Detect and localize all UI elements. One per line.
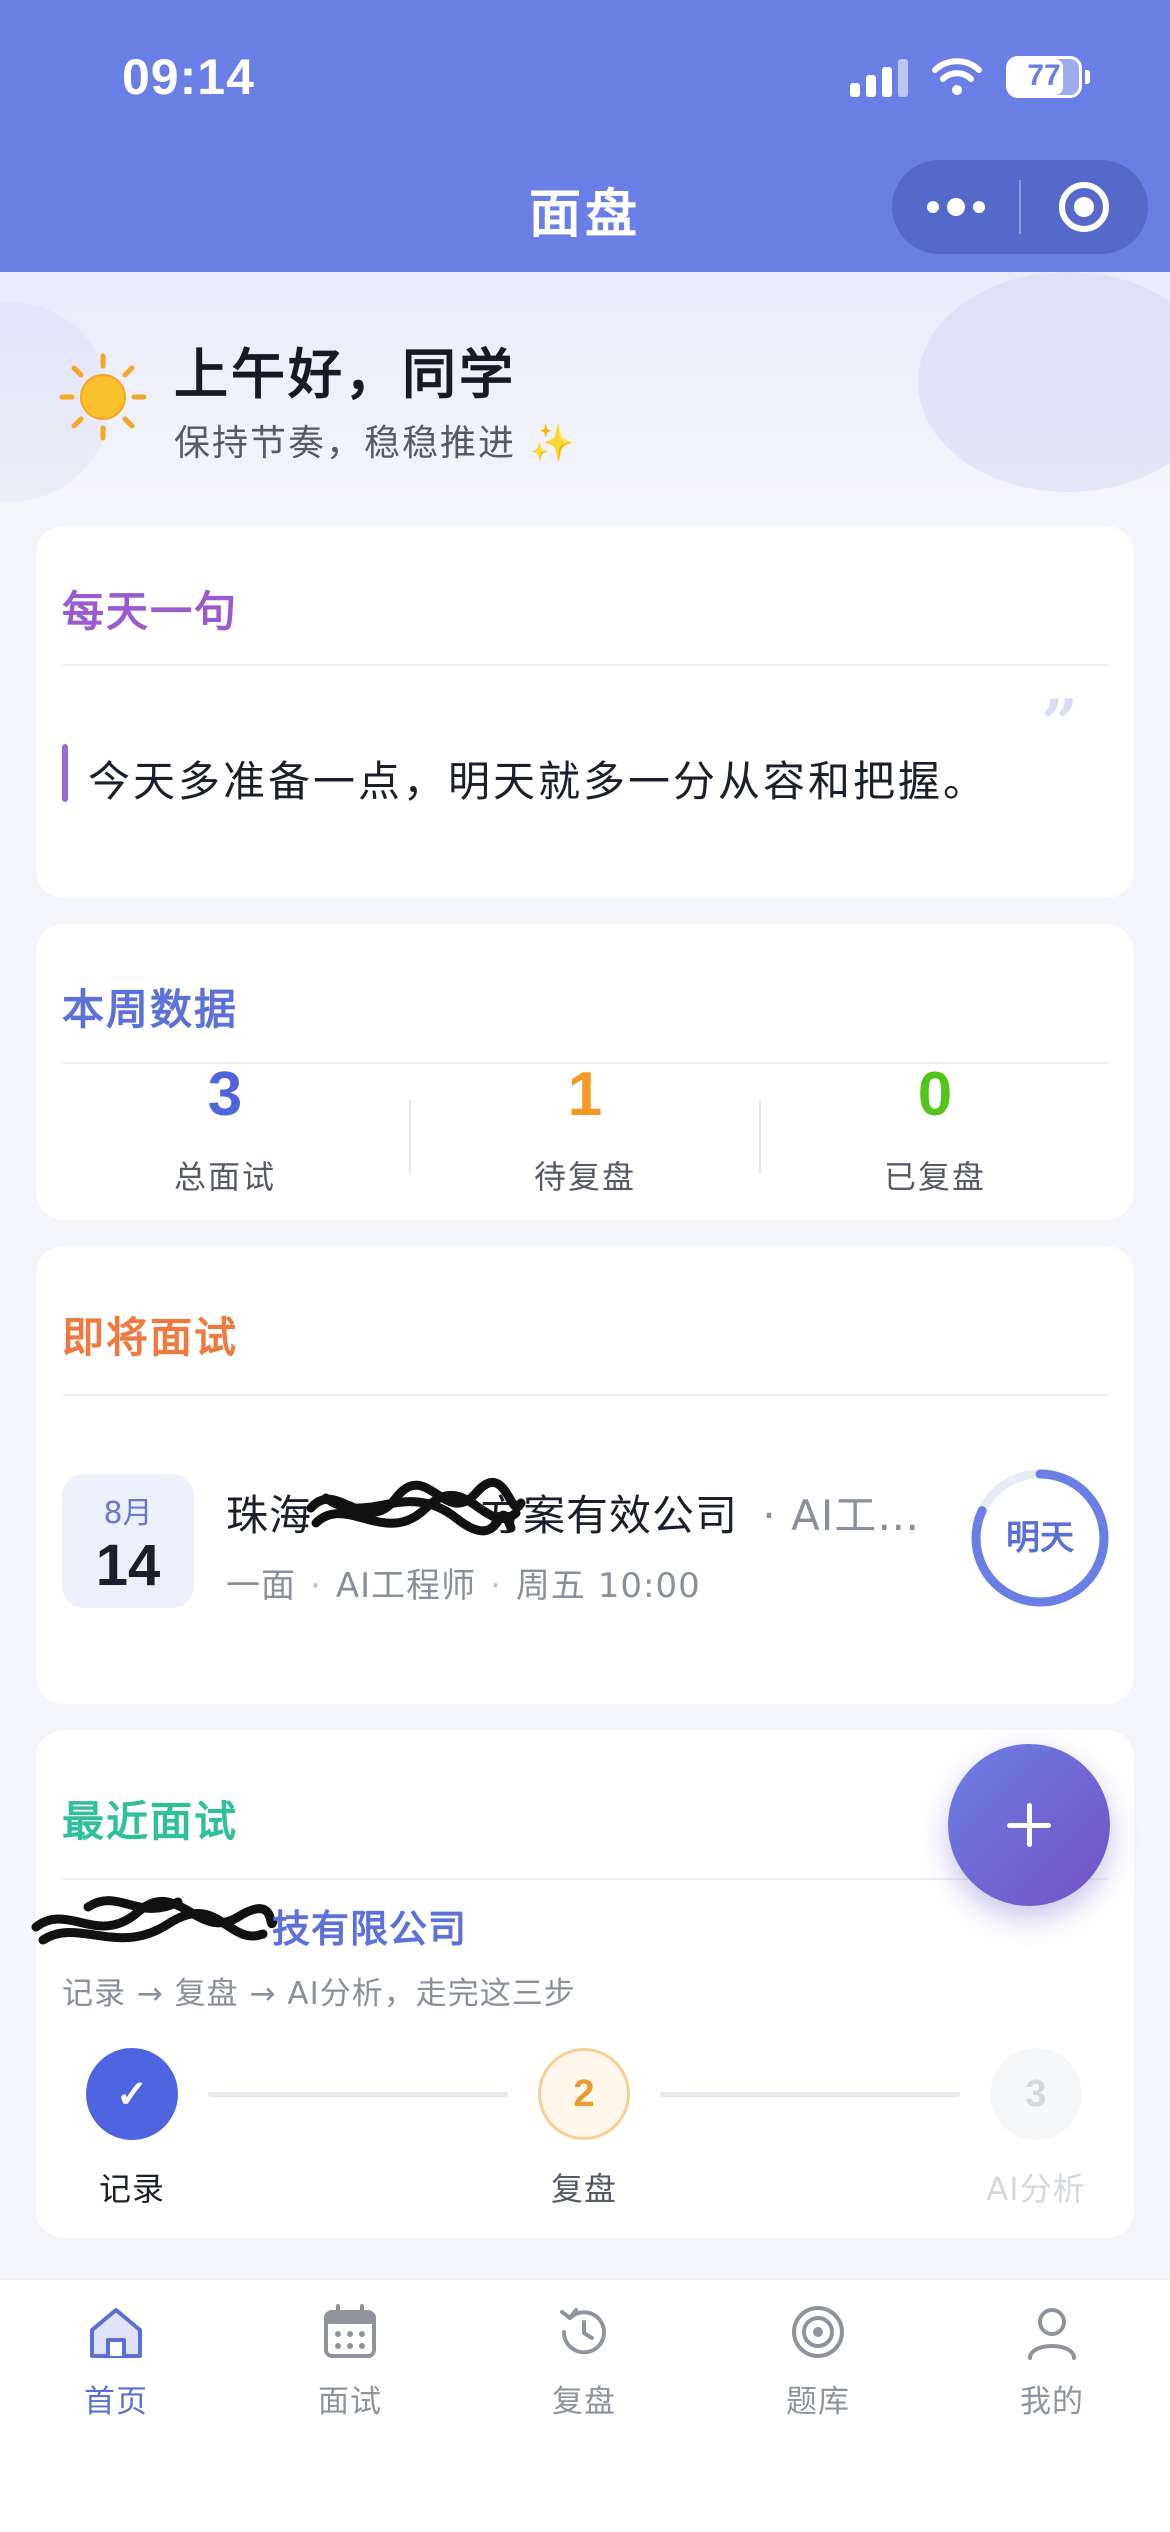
recent-card-title: 最近面试	[62, 1797, 239, 1846]
date-day: 14	[95, 1533, 161, 1598]
quote-text: 今天多准备一点，明天就多一分从容和把握。	[88, 757, 989, 806]
more-menu-button[interactable]	[892, 160, 1019, 254]
home-icon	[90, 2308, 142, 2358]
stat-label: 已复盘	[883, 1158, 986, 1196]
target-close-icon	[1059, 182, 1110, 232]
tab-label: 题库	[786, 2384, 850, 2420]
stats-card-title: 本周数据	[62, 985, 239, 1034]
redaction-scribble	[306, 1478, 526, 1536]
interview-round: 一面	[226, 1566, 296, 1606]
status-icons: 77	[850, 56, 1090, 98]
step-review[interactable]: 2 复盘	[514, 2048, 654, 2210]
interview-role: AI工程师	[335, 1566, 477, 1606]
upcoming-interview-meta: 一面 · AI工程师 · 周五 10:00	[226, 1566, 701, 1606]
add-interview-button[interactable]	[948, 1744, 1110, 1906]
daily-quote-card: 每天一句 ” 今天多准备一点，明天就多一分从容和把握。	[36, 526, 1134, 898]
greeting-title: 上午好，同学	[174, 343, 516, 406]
interview-time: 周五 10:00	[515, 1566, 701, 1606]
tab-profile[interactable]: 我的	[952, 2300, 1152, 2421]
tab-label: 首页	[84, 2384, 148, 2420]
upcoming-card-title: 即将面试	[62, 1313, 239, 1362]
step-label: AI分析	[986, 2170, 1086, 2208]
sun-icon	[59, 353, 147, 441]
status-time: 09:14	[122, 49, 255, 105]
calendar-icon	[324, 2304, 376, 2358]
countdown-label: 明天	[1006, 1518, 1074, 1558]
plus-icon	[1007, 1803, 1051, 1847]
quote-accent-bar	[62, 744, 68, 802]
redaction-scribble	[31, 1896, 278, 1945]
top-header: 09:14 77 面盘	[0, 0, 1170, 272]
battery-icon: 77	[1006, 56, 1090, 98]
stat-total-interviews[interactable]: 3 总面试	[55, 1064, 395, 1198]
interview-date-badge: 8月 14	[62, 1474, 194, 1608]
stat-label: 总面试	[173, 1158, 276, 1196]
weekly-stats-card: 本周数据 3 总面试 1 待复盘 0 已复盘	[36, 924, 1134, 1220]
stat-value: 0	[917, 1060, 953, 1129]
tab-label: 复盘	[552, 2384, 616, 2420]
history-icon	[560, 2308, 606, 2355]
tab-interviews[interactable]: 面试	[250, 2300, 450, 2421]
company-name-start: 珠海	[226, 1491, 313, 1540]
close-mini-program-button[interactable]	[1021, 160, 1148, 254]
step-number: 2	[538, 2048, 630, 2140]
stat-value: 1	[567, 1060, 603, 1129]
wifi-icon	[932, 58, 982, 96]
more-dots-icon	[926, 198, 985, 216]
step-ai-analysis[interactable]: 3 AI分析	[966, 2048, 1106, 2210]
user-icon	[1028, 2308, 1076, 2360]
step-number: 3	[990, 2048, 1082, 2140]
target-icon	[792, 2306, 844, 2358]
stat-reviewed[interactable]: 0 已复盘	[765, 1064, 1105, 1198]
tab-label: 我的	[1020, 2384, 1084, 2420]
date-month: 8月	[103, 1496, 153, 1531]
upcoming-interview-card: 即将面试 8月 14 珠海 方案有效公司 · AI工… 一面 · AI工程师 · 周五 1…	[36, 1246, 1134, 1704]
quote-mark-icon: ”	[1041, 686, 1078, 761]
cellular-signal-icon	[850, 57, 908, 97]
recent-progress-hint: 记录 → 复盘 → AI分析，走完这三步	[62, 1976, 576, 2012]
step-label: 复盘	[550, 2170, 617, 2208]
battery-percent: 77	[1027, 59, 1061, 92]
position-suffix: · AI工…	[762, 1491, 921, 1540]
tab-question-bank[interactable]: 题库	[718, 2300, 918, 2421]
sparkle-icon: ✨	[529, 423, 577, 464]
step-record[interactable]: ✓ 记录	[62, 2048, 202, 2210]
tab-home[interactable]: 首页	[16, 2300, 216, 2421]
step-label: 记录	[98, 2170, 165, 2208]
stat-pending-review[interactable]: 1 待复盘	[415, 1064, 755, 1198]
recent-company-name[interactable]: 技有限公司	[272, 1898, 467, 1953]
countdown-ring: 明天	[968, 1466, 1112, 1610]
step-connector	[208, 2092, 508, 2097]
step-connector	[660, 2092, 960, 2097]
quote-card-title: 每天一句	[62, 587, 239, 636]
tab-review[interactable]: 复盘	[484, 2300, 684, 2421]
tab-label: 面试	[318, 2384, 382, 2420]
bottom-tab-bar: 首页 面试 复盘 题库 我的	[0, 2278, 1170, 2532]
stat-value: 3	[207, 1060, 243, 1129]
greeting-subtitle: 保持节奏，稳稳推进 ✨	[174, 414, 576, 466]
mini-program-capsule	[892, 160, 1148, 254]
check-icon: ✓	[86, 2048, 178, 2140]
greeting-subtitle-text: 保持节奏，稳稳推进	[174, 423, 517, 464]
stat-label: 待复盘	[533, 1158, 636, 1196]
